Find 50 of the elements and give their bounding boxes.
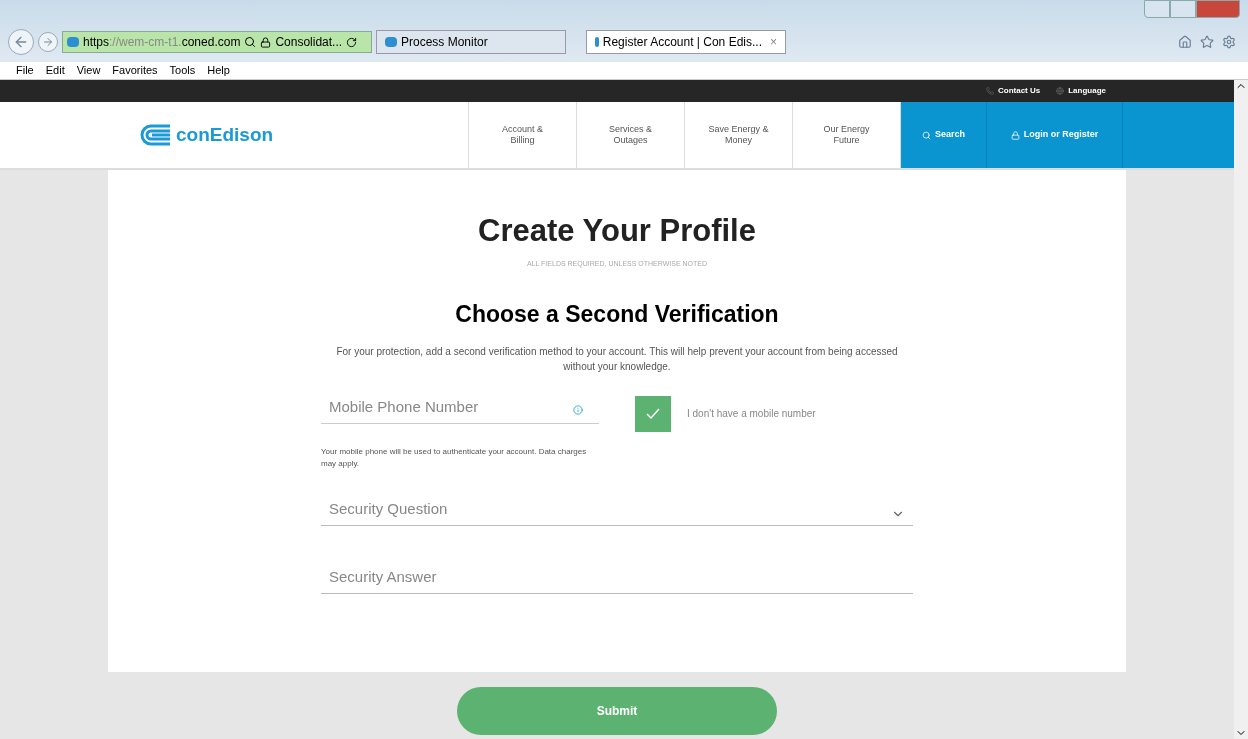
logo-icon [140,124,172,146]
browser-tab[interactable]: Process Monitor [376,30,566,54]
phone-icon [986,87,994,95]
forward-arrow-icon [42,36,54,48]
back-button[interactable] [8,29,34,55]
checkmark-icon [646,407,660,420]
menu-item[interactable]: Edit [45,62,65,79]
tab-close-button[interactable]: × [770,33,777,51]
maximize-button[interactable] [1170,0,1196,18]
refresh-icon[interactable] [346,36,358,48]
phone-help-text: Your mobile phone will be used to authenticate your account. Data charges may apply. [321,445,588,470]
contact-us-link[interactable]: Contact Us [998,85,1041,97]
minimize-button[interactable] [1144,0,1170,18]
no-mobile-label: I don't have a mobile number [687,406,816,421]
settings-icon[interactable] [1222,35,1236,49]
security-question-select[interactable]: Security Question [321,497,913,526]
search-icon [922,130,931,140]
nav-link[interactable]: Save Energy & Money [684,102,792,168]
favorites-icon[interactable] [1200,35,1214,49]
site-identity: Consolidat... [275,34,343,51]
menu-item[interactable]: Tools [169,62,196,79]
nav-link[interactable]: Account & Billing [468,102,576,168]
security-answer-field[interactable]: Security Answer [329,566,905,589]
page-title: Create Your Profile [478,212,756,250]
search-icon[interactable] [244,36,257,48]
intro-text: For your protection, add a second verification method to your account. This will help prevent your account from being accessed without your knowledge. [335,344,899,374]
home-icon[interactable] [1178,35,1192,49]
tab-title: Register Account | Con Edis... [602,34,762,51]
select-placeholder: Security Question [329,499,448,519]
language-link[interactable]: Language [1068,85,1106,97]
lock-icon [260,36,272,48]
address-bar[interactable]: https://wem-cm-t1.coned.com Consolidat... [62,31,372,53]
globe-icon [1056,87,1065,95]
logo-text: conEdison [176,122,274,147]
info-icon[interactable] [573,404,583,415]
mobile-phone-field[interactable]: Mobile Phone Number [329,396,573,419]
menu-item[interactable]: Favorites [112,62,158,79]
menu-item[interactable]: View [76,62,101,79]
close-button[interactable] [1196,0,1240,18]
forward-button[interactable] [38,32,58,52]
url-text: https://wem-cm-t1.coned.com [83,34,241,51]
scrollbar[interactable] [1234,80,1248,739]
no-mobile-checkbox[interactable] [635,395,671,432]
section-title: Choose a Second Verification [455,300,779,329]
browser-tab[interactable]: Register Account | Con Edis... × [586,30,786,54]
nav-link[interactable]: Services & Outages [576,102,684,168]
lock-icon [1010,130,1020,140]
menu-item[interactable]: Help [207,62,230,79]
menu-item[interactable]: File [16,62,34,79]
tab-title: Process Monitor [401,34,488,51]
